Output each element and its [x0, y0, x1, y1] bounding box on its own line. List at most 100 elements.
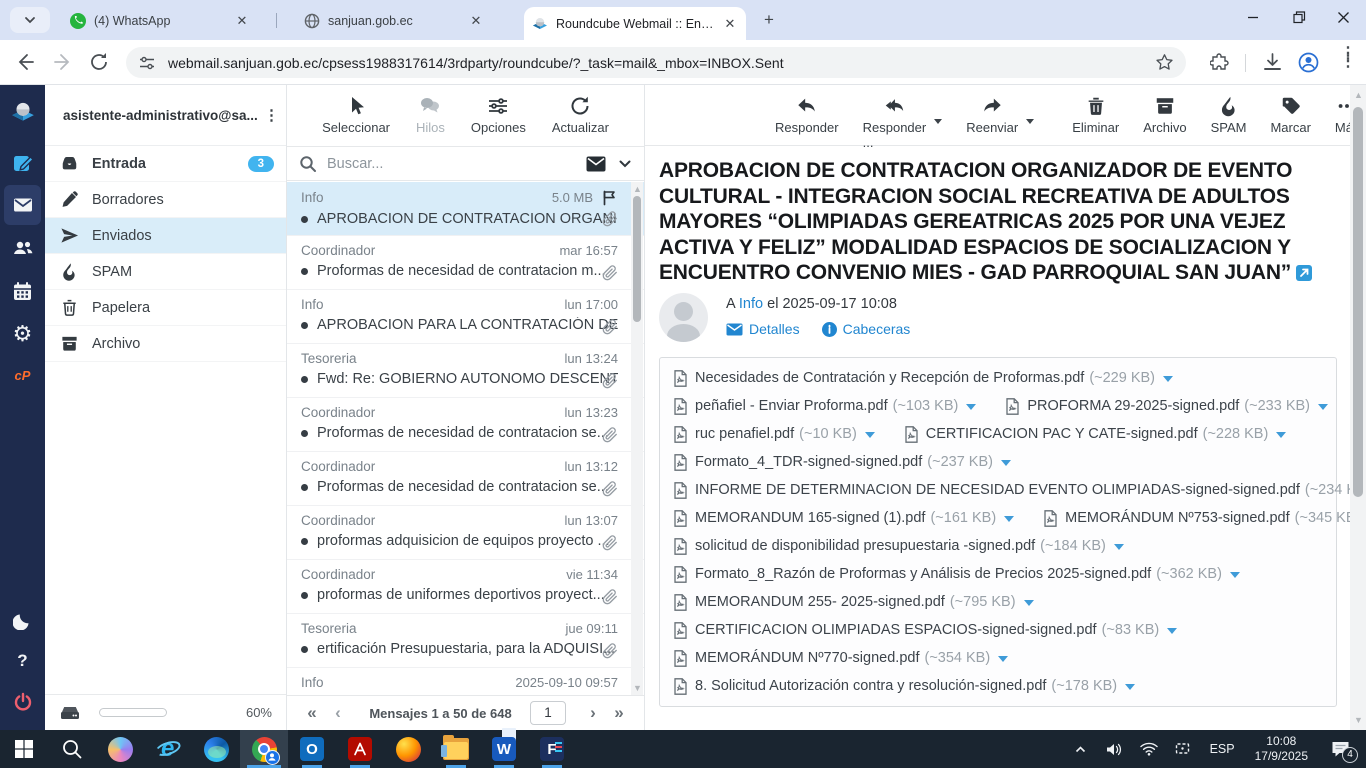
list-scrollbar[interactable]: ▲ ▼ [631, 182, 643, 695]
folder-spam[interactable]: SPAM [45, 254, 286, 290]
attachment-menu-caret[interactable] [1167, 628, 1177, 634]
prev-page-icon[interactable]: ‹ [325, 703, 351, 723]
search-scope-mail-icon[interactable] [586, 156, 606, 172]
acrobat-icon[interactable] [336, 730, 384, 768]
browser-menu-icon[interactable]: ⋮⋮ [1340, 50, 1354, 66]
taskbar-search-button[interactable] [48, 730, 96, 768]
next-page-icon[interactable]: › [580, 703, 606, 723]
attachment-file[interactable]: ruc penafiel.pdf (~10 KB) [674, 426, 875, 443]
attachment-file[interactable]: solicitud de disponibilidad presupuestar… [674, 538, 1124, 555]
contacts-icon[interactable] [0, 228, 45, 268]
attachment-file[interactable]: MEMORÁNDUM Nº753-signed.pdf (~345 KB) [1044, 510, 1366, 527]
search-input[interactable] [327, 156, 586, 172]
window-minimize-button[interactable] [1230, 0, 1276, 34]
attachment-file[interactable]: Formato_8_Razón de Proformas y Análisis … [674, 566, 1240, 583]
window-close-button[interactable] [1320, 0, 1366, 34]
cpanel-icon[interactable]: cP [0, 355, 45, 395]
volume-icon[interactable] [1100, 730, 1130, 768]
refresh-button[interactable]: Actualizar [552, 95, 609, 135]
attachment-file[interactable]: peñafiel - Enviar Proforma.pdf (~103 KB) [674, 398, 976, 415]
connect-display-icon[interactable] [1168, 730, 1198, 768]
copilot-icon[interactable] [96, 730, 144, 768]
attachment-file[interactable]: Necesidades de Contratación y Recepción … [674, 370, 1173, 387]
attachment-menu-caret[interactable] [1276, 432, 1286, 438]
tab-sanjuan[interactable]: sanjuan.gob.ec ✕ [296, 7, 492, 34]
search-options-chevron-icon[interactable] [618, 157, 632, 171]
edge-icon[interactable] [192, 730, 240, 768]
list-scrollbar-thumb[interactable] [633, 196, 641, 322]
message-list-item[interactable]: Info 2025-09-10 09:57 [287, 668, 644, 695]
reply-button[interactable]: Responder [775, 95, 839, 135]
attachment-menu-caret[interactable] [998, 656, 1008, 662]
details-toggle[interactable]: Detalles [726, 321, 800, 337]
language-indicator[interactable]: ESP [1202, 742, 1243, 756]
attachment-menu-caret[interactable] [865, 432, 875, 438]
options-button[interactable]: Opciones [471, 95, 526, 135]
message-list-item[interactable]: Info lun 17:00 APROBACION PARA LA CONTRA… [287, 290, 644, 344]
chrome-icon[interactable] [240, 730, 288, 768]
site-settings-icon[interactable] [138, 54, 156, 72]
message-list-item[interactable]: Coordinador mar 16:57 Proformas de neces… [287, 236, 644, 290]
compose-icon[interactable] [0, 143, 45, 183]
attachment-file[interactable]: INFORME DE DETERMINACION DE NECESIDAD EV… [674, 482, 1366, 499]
forward-menu-caret[interactable] [1026, 119, 1034, 124]
message-list-item[interactable]: Coordinador lun 13:07 proformas adquisic… [287, 506, 644, 560]
firefox-icon[interactable] [384, 730, 432, 768]
scroll-down-icon[interactable]: ▼ [1354, 716, 1362, 724]
outlook-icon[interactable]: O [288, 730, 336, 768]
folder-inbox[interactable]: Entrada 3 [45, 146, 286, 182]
attachment-menu-caret[interactable] [1004, 516, 1014, 522]
folder-archive[interactable]: Archivo [45, 326, 286, 362]
file-explorer-icon[interactable] [432, 730, 480, 768]
message-list-item[interactable]: Tesoreria jue 09:11 ertificación Presupu… [287, 614, 644, 668]
folder-sent[interactable]: Enviados [45, 218, 286, 254]
attachment-file[interactable]: MEMORANDUM 255- 2025-signed.pdf (~795 KB… [674, 594, 1034, 611]
reply-all-menu-caret[interactable] [934, 119, 942, 124]
notification-center-button[interactable]: 4 [1320, 730, 1360, 768]
forward-button[interactable]: Reenviar [966, 95, 1018, 135]
internet-explorer-icon[interactable]: e [144, 730, 192, 768]
message-list-item[interactable]: Tesoreria lun 13:24 Fwd: Re: GOBIERNO AU… [287, 344, 644, 398]
tab-close-icon[interactable]: ✕ [468, 13, 484, 29]
attachment-menu-caret[interactable] [1318, 404, 1328, 410]
attachment-menu-caret[interactable] [1001, 460, 1011, 466]
start-button[interactable] [0, 730, 48, 768]
message-list-item[interactable]: Coordinador vie 11:34 proformas de unifo… [287, 560, 644, 614]
attachment-menu-caret[interactable] [1230, 572, 1240, 578]
scroll-down-icon[interactable]: ▼ [633, 684, 641, 692]
attachment-menu-caret[interactable] [1163, 376, 1173, 382]
settings-gear-icon[interactable]: ⚙ [0, 314, 45, 354]
message-list-item[interactable]: Info 5.0 MB APROBACION DE CONTRATACION O… [287, 182, 644, 236]
attachment-file[interactable]: MEMORANDUM 165-signed (1).pdf (~161 KB) [674, 510, 1014, 527]
attachment-file[interactable]: PROFORMA 29-2025-signed.pdf (~233 KB) [1006, 398, 1328, 415]
attachment-menu-caret[interactable] [1024, 600, 1034, 606]
from-contact-link[interactable]: Info [739, 296, 763, 312]
page-number-input[interactable]: 1 [530, 701, 566, 725]
archive-button[interactable]: Archivo [1143, 95, 1186, 135]
back-icon[interactable] [14, 51, 36, 73]
delete-button[interactable]: Eliminar [1072, 95, 1119, 135]
first-page-icon[interactable]: « [299, 703, 325, 723]
forward-icon[interactable] [52, 51, 74, 73]
bookmark-star-icon[interactable] [1155, 53, 1174, 72]
word-icon[interactable]: W [480, 730, 528, 768]
forticlient-icon[interactable]: F [528, 730, 576, 768]
tray-chevron-icon[interactable] [1066, 730, 1096, 768]
attachment-file[interactable]: 8. Solicitud Autorización contra y resol… [674, 678, 1135, 695]
account-menu-icon[interactable]: ⋮ [264, 113, 276, 118]
clock[interactable]: 10:08 17/9/2025 [1247, 734, 1316, 764]
message-list-item[interactable]: Coordinador lun 13:12 Proformas de neces… [287, 452, 644, 506]
scroll-up-icon[interactable]: ▲ [633, 185, 641, 193]
tab-close-icon[interactable]: ✕ [234, 13, 250, 29]
logout-power-icon[interactable] [0, 682, 45, 722]
mail-scrollbar-thumb[interactable] [1353, 107, 1363, 497]
select-button[interactable]: Seleccionar [322, 95, 390, 135]
address-bar[interactable]: webmail.sanjuan.gob.ec/cpsess1988317614/… [126, 47, 1186, 78]
wifi-icon[interactable] [1134, 730, 1164, 768]
extensions-icon[interactable] [1210, 52, 1231, 73]
scroll-up-icon[interactable]: ▲ [1354, 91, 1362, 99]
attachment-file[interactable]: CERTIFICACION OLIMPIADAS ESPACIOS-signed… [674, 622, 1177, 639]
tab-close-icon[interactable]: ✕ [722, 16, 738, 32]
open-in-new-window-icon[interactable] [1296, 265, 1312, 281]
attachment-menu-caret[interactable] [966, 404, 976, 410]
